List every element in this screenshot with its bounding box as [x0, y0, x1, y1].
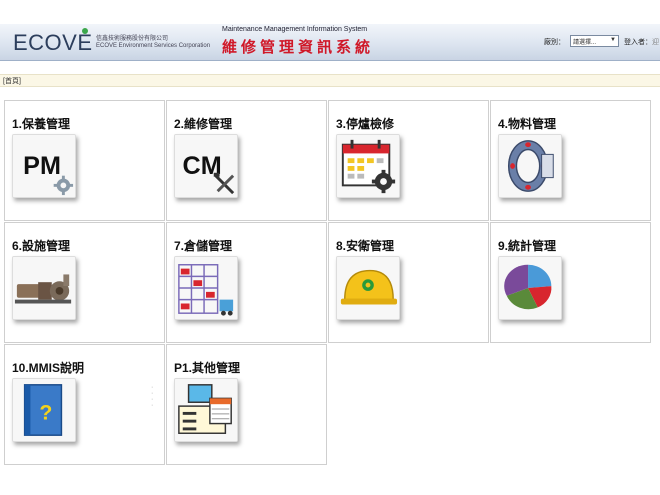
calendar-gear-icon: [336, 134, 400, 198]
menu-tile-outage[interactable]: 3.停爐檢修: [328, 100, 489, 221]
menu-tile-label: 1.保養管理: [12, 117, 71, 131]
help-book-icon-text: ?: [39, 401, 52, 425]
chevron-down-icon: ▼: [610, 37, 616, 43]
pie-chart-icon: [498, 256, 562, 320]
logo-dot-icon: [82, 28, 88, 34]
menu-tile-material[interactable]: 4.物料管理: [490, 100, 651, 221]
menu-tile-cm[interactable]: 2.維修管理 CM: [166, 100, 327, 221]
menu-tile-others[interactable]: P1.其他管理: [166, 344, 327, 465]
warehouse-icon: [174, 256, 238, 320]
breadcrumb-bar: [首頁]: [0, 74, 660, 87]
breadcrumb-home[interactable]: [首頁]: [3, 76, 21, 86]
welcome-text: 迎: [652, 39, 659, 46]
computer-icon: [174, 378, 238, 442]
divider-dots: · · · ·: [151, 384, 154, 409]
cm-icon: CM: [174, 134, 238, 198]
category-label: 廠別：: [544, 39, 565, 46]
menu-tile-label: 3.停爐檢修: [336, 117, 395, 131]
menu-tile-safety[interactable]: 8.安衛管理: [328, 222, 489, 343]
ecove-logo: ECOVE: [13, 30, 93, 55]
menu-tile-label: 8.安衛管理: [336, 239, 395, 253]
menu-tile-label: 6.設施管理: [12, 239, 71, 253]
pm-icon: PM: [12, 134, 76, 198]
menu-tile-label: P1.其他管理: [174, 361, 241, 375]
bearing-icon: [498, 134, 562, 198]
company-name-en: ECOVE Environment Services Corporation: [96, 43, 211, 49]
menu-tile-label: 7.倉儲管理: [174, 239, 233, 253]
menu-tile-mmis-help[interactable]: 10.MMIS說明 ? · · · ·: [4, 344, 165, 465]
menu-tile-label: 9.統計管理: [498, 239, 557, 253]
system-title-zh: 維修管理資訊系統: [222, 38, 375, 56]
menu-tile-label: 2.維修管理: [174, 117, 233, 131]
helmet-icon: [336, 256, 400, 320]
menu-tile-warehouse[interactable]: 7.倉儲管理: [166, 222, 327, 343]
category-select-value: 請選擇...: [573, 40, 597, 46]
pump-icon: [12, 256, 76, 320]
menu-tile-label: 4.物料管理: [498, 117, 557, 131]
category-select[interactable]: 請選擇... ▼: [570, 35, 619, 47]
menu-tile-label: 10.MMIS說明: [12, 361, 85, 375]
app-header: ECOVE 信鑫技術服務股份有限公司 ECOVE Environment Ser…: [0, 24, 660, 61]
menu-grid: 1.保養管理 PM 2.維修管理 CM 3.停爐檢修 4.物料管理 6.設施管理…: [4, 100, 654, 465]
system-title-en: Maintenance Management Information Syste…: [222, 26, 368, 33]
menu-tile-facility[interactable]: 6.設施管理: [4, 222, 165, 343]
login-label: 登入者：: [624, 39, 652, 46]
company-name-zh: 信鑫技術服務股份有限公司: [96, 36, 169, 42]
menu-tile-statistics[interactable]: 9.統計管理: [490, 222, 651, 343]
help-book-icon: ?: [12, 378, 76, 442]
pm-icon-text: PM: [23, 152, 61, 180]
menu-tile-pm[interactable]: 1.保養管理 PM: [4, 100, 165, 221]
